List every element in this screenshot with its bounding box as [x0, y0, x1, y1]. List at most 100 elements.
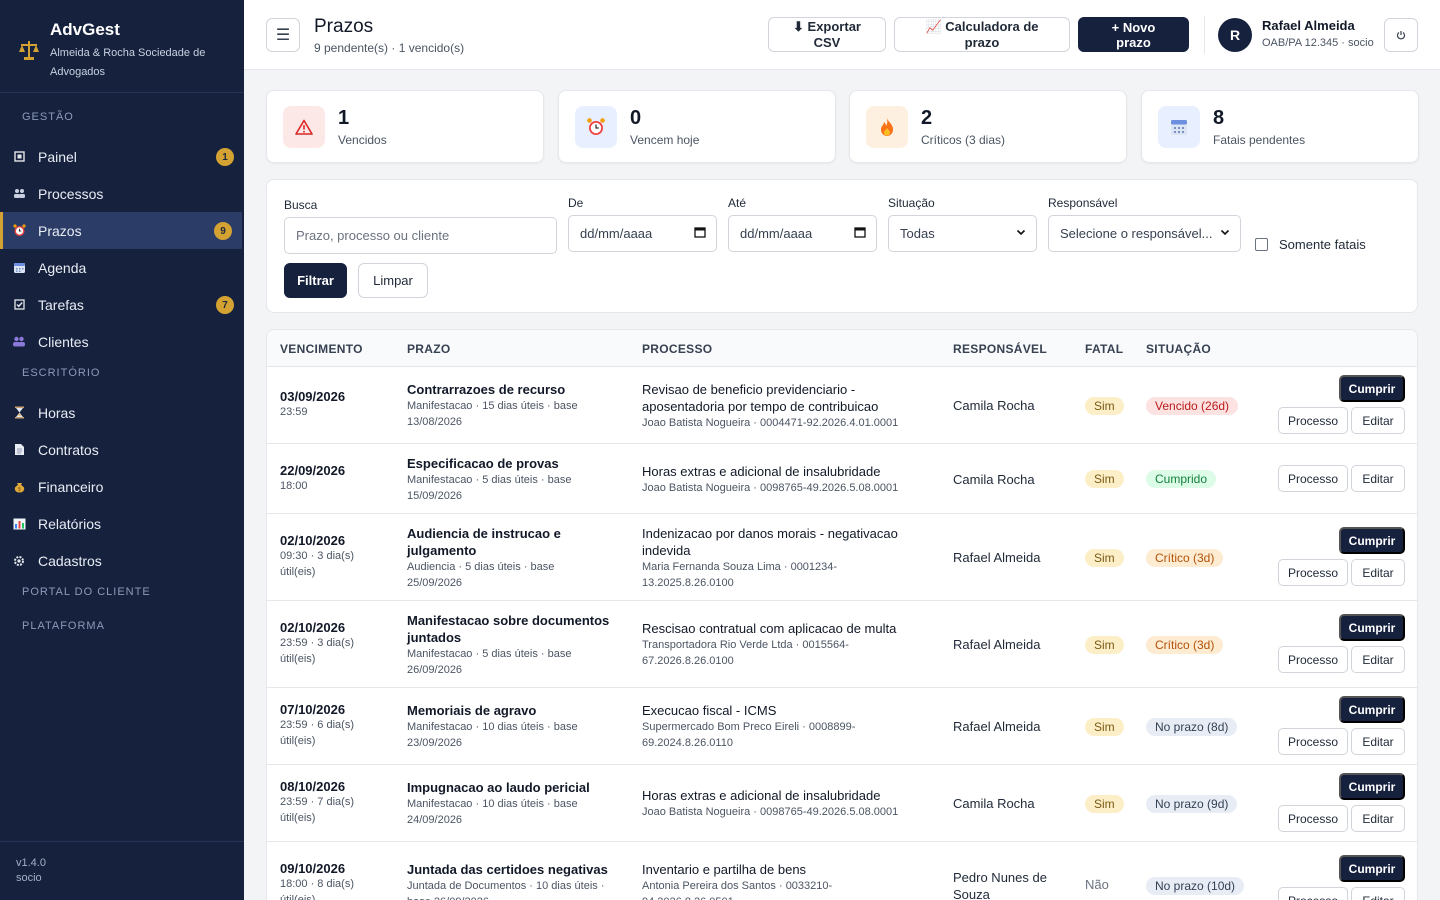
- sidebar-item-relatrios[interactable]: Relatórios: [0, 505, 244, 542]
- due-time: 23:59: [280, 406, 308, 418]
- process-meta: 69.2024.8.26.0110: [642, 737, 733, 749]
- table-row[interactable]: 02/10/2026 23:59 · 3 dia(s) útil(eis) Manif…: [267, 601, 1417, 688]
- status-select[interactable]: Todas: [888, 215, 1037, 252]
- due-cell: 07/10/2026 23:59 · 6 dia(s) útil(eis): [280, 702, 400, 749]
- edit-button[interactable]: Editar: [1351, 646, 1405, 673]
- process-button[interactable]: Processo: [1278, 559, 1348, 586]
- table-row[interactable]: 07/10/2026 23:59 · 6 dia(s) útil(eis) Memor…: [267, 688, 1417, 765]
- nav-count-badge: 7: [216, 296, 234, 314]
- sidebar-item-contratos[interactable]: Contratos: [0, 431, 244, 468]
- sidebar-item-financeiro[interactable]: $ Financeiro: [0, 468, 244, 505]
- sidebar-item-label: Tarefas: [38, 296, 84, 313]
- cumprir-button[interactable]: Cumprir: [1339, 527, 1405, 554]
- sidebar-item-label: Contratos: [38, 441, 99, 458]
- due-date: 02/10/2026: [280, 620, 346, 635]
- stat-card[interactable]: 1 Vencidos: [266, 90, 544, 163]
- col-fatal[interactable]: FATAL: [1085, 342, 1123, 356]
- edit-button[interactable]: Editar: [1351, 559, 1405, 586]
- cumprir-button[interactable]: Cumprir: [1339, 614, 1405, 641]
- calendar-icon[interactable]: [854, 226, 866, 241]
- logout-button[interactable]: [1384, 18, 1418, 52]
- export-csv-button[interactable]: ⬇ Exportar CSV: [768, 17, 886, 52]
- checkbox-box[interactable]: [1255, 238, 1268, 251]
- page-title: Prazos: [314, 16, 374, 37]
- process-meta: Supermercado Bom Preco Eireli · 0008899-: [642, 721, 856, 733]
- deadline-title: Manifestacao sobre documentos: [407, 613, 610, 628]
- stat-card[interactable]: 2 Críticos (3 dias): [849, 90, 1127, 163]
- new-deadline-button[interactable]: + Novo prazo: [1078, 17, 1189, 52]
- calendar-icon[interactable]: [694, 226, 706, 241]
- col-situacao[interactable]: SITUAÇÃO: [1146, 342, 1211, 356]
- process-title: Execucao fiscal - ICMS: [642, 703, 777, 718]
- cumprir-button[interactable]: Cumprir: [1339, 375, 1405, 402]
- col-responsavel[interactable]: RESPONSÁVEL: [953, 342, 1047, 356]
- table-row[interactable]: 02/10/2026 09:30 · 3 dia(s) útil(eis) Audie…: [267, 514, 1417, 601]
- sidebar-item-painel[interactable]: Painel 1: [0, 138, 244, 175]
- cumprir-button[interactable]: Cumprir: [1339, 696, 1405, 723]
- edit-button[interactable]: Editar: [1351, 728, 1405, 755]
- process-button[interactable]: Processo: [1278, 728, 1348, 755]
- deadline-calculator-button[interactable]: 📈 Calculadora de prazo: [894, 17, 1070, 52]
- menu-toggle-button[interactable]: ☰: [266, 18, 300, 52]
- process-button[interactable]: Processo: [1278, 465, 1348, 492]
- checkbox-icon: [12, 298, 26, 312]
- due-time: útil(eis): [280, 735, 316, 747]
- edit-button[interactable]: Editar: [1351, 805, 1405, 832]
- due-time: 23:59 · 7 dia(s): [280, 796, 354, 808]
- fatal-badge: Sim: [1085, 795, 1124, 813]
- status-filter-label: Situação: [888, 196, 935, 210]
- process-button[interactable]: Processo: [1278, 805, 1348, 832]
- deadline-meta: 23/09/2026: [407, 737, 463, 749]
- responsible-select-value: Selecione o responsável...: [1060, 226, 1213, 241]
- col-processo[interactable]: PROCESSO: [642, 342, 712, 356]
- to-date-input[interactable]: dd/mm/aaaa: [728, 215, 877, 252]
- table-row[interactable]: 08/10/2026 23:59 · 7 dia(s) útil(eis) Impug…: [267, 765, 1417, 842]
- fatal-badge: Não: [1085, 877, 1109, 892]
- sidebar-item-horas[interactable]: Horas: [0, 394, 244, 431]
- responsible-select[interactable]: Selecione o responsável...: [1048, 215, 1241, 252]
- table-row[interactable]: 22/09/2026 18:00 Especificacao de provas Ma…: [267, 444, 1417, 514]
- stat-card[interactable]: 0 Vencem hoje: [558, 90, 836, 163]
- status-cell: No prazo (8d): [1146, 718, 1238, 736]
- process-button[interactable]: Processo: [1278, 887, 1348, 900]
- edit-button[interactable]: Editar: [1351, 887, 1405, 900]
- search-input[interactable]: Prazo, processo ou cliente: [284, 217, 557, 254]
- responsible-name: Rafael Almeida: [953, 550, 1041, 565]
- nav-section-title: Portal do Cliente: [22, 586, 151, 598]
- sidebar-item-tarefas[interactable]: Tarefas 7: [0, 286, 244, 323]
- cumprir-button[interactable]: Cumprir: [1339, 855, 1405, 882]
- from-date-input[interactable]: dd/mm/aaaa: [568, 215, 717, 252]
- sidebar-item-processos[interactable]: Processos: [0, 175, 244, 212]
- process-button[interactable]: Processo: [1278, 646, 1348, 673]
- table-row[interactable]: 09/10/2026 18:00 · 8 dia(s) útil(eis) Junta…: [267, 842, 1417, 900]
- only-fatal-checkbox[interactable]: Somente fatais: [1255, 237, 1366, 252]
- sidebar-item-label: Clientes: [38, 333, 89, 350]
- process-button[interactable]: Processo: [1278, 407, 1348, 434]
- edit-button[interactable]: Editar: [1351, 407, 1405, 434]
- process-meta: Joao Batista Nogueira · 0004471-92.2026.…: [642, 417, 899, 429]
- col-prazo[interactable]: PRAZO: [407, 342, 451, 356]
- avatar[interactable]: R: [1218, 18, 1252, 52]
- sidebar-item-cadastros[interactable]: Cadastros: [0, 542, 244, 579]
- gear-icon: [12, 554, 26, 568]
- page-subtitle: 9 pendente(s) · 1 vencido(s): [314, 41, 465, 55]
- process-cell: Revisao de beneficio previdenciario - apo…: [642, 381, 942, 431]
- process-meta: 13.2025.8.26.0100: [642, 577, 734, 589]
- stat-card[interactable]: 8 Fatais pendentes: [1141, 90, 1419, 163]
- cumprir-button[interactable]: Cumprir: [1339, 773, 1405, 800]
- fatal-badge: Sim: [1085, 549, 1124, 567]
- filter-button[interactable]: Filtrar: [284, 263, 347, 298]
- deadline-cell: Contrarrazoes de recurso Manifestacao · 1…: [407, 381, 632, 430]
- col-vencimento[interactable]: VENCIMENTO: [280, 342, 363, 356]
- deadline-meta: Manifestacao · 10 dias úteis · base: [407, 721, 578, 733]
- sidebar-item-agenda[interactable]: Agenda: [0, 249, 244, 286]
- fire-icon: [866, 106, 908, 148]
- deadline-title: Juntada das certidoes negativas: [407, 862, 608, 877]
- money-bag-icon: $: [12, 480, 26, 494]
- table-row[interactable]: 03/09/2026 23:59 Contrarrazoes de recurso M…: [267, 367, 1417, 444]
- edit-button[interactable]: Editar: [1351, 465, 1405, 492]
- sidebar-item-prazos[interactable]: Prazos 9: [0, 212, 242, 249]
- clear-button[interactable]: Limpar: [358, 263, 428, 298]
- due-time: útil(eis): [280, 653, 316, 665]
- sidebar-item-clientes[interactable]: Clientes: [0, 323, 244, 360]
